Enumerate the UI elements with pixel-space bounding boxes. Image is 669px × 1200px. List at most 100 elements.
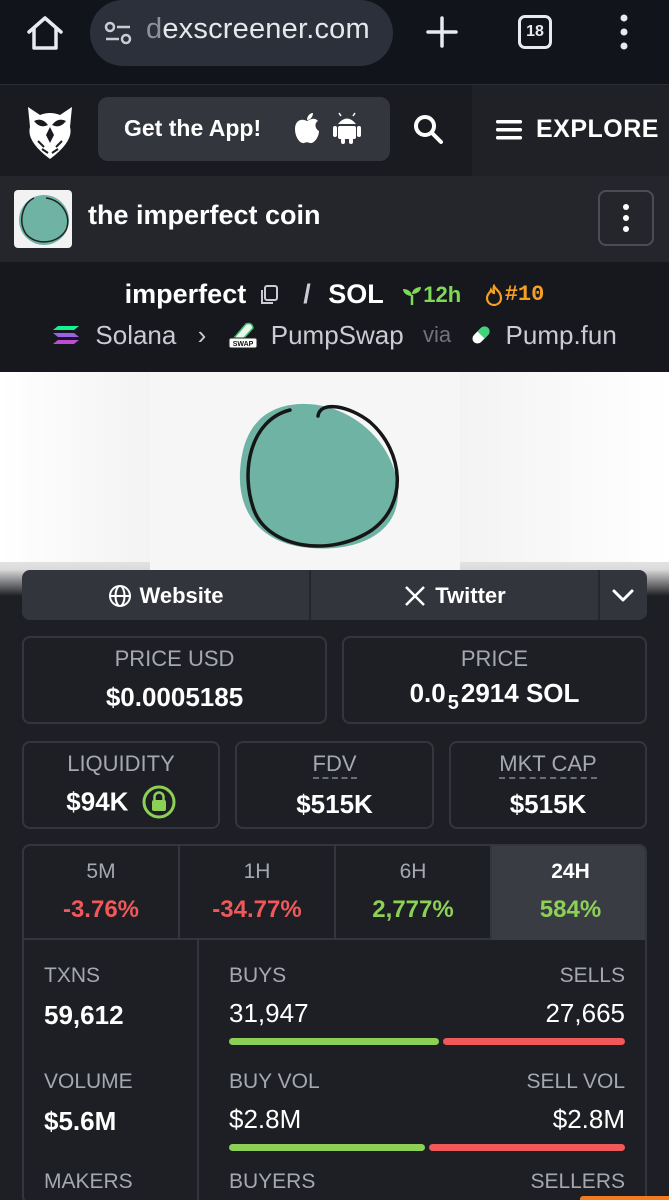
sellers-label: SELLERS: [530, 1170, 625, 1193]
dex-link[interactable]: PumpSwap: [271, 320, 404, 351]
address-bar[interactable]: dexscreener.com: [90, 0, 393, 66]
age-text: 12h: [423, 281, 462, 307]
explore-button[interactable]: EXPLORE: [472, 85, 669, 177]
more-vert-icon[interactable]: [612, 12, 636, 52]
price-usd-label: PRICE USD: [114, 646, 235, 671]
txns-value: 59,612: [44, 1000, 124, 1030]
site-header: Get the App! EXPLORE: [0, 84, 669, 177]
more-vert-icon: [623, 204, 629, 232]
price-native-value: 0.0 52914 SOL: [409, 678, 580, 714]
buy-vol-value: $2.8M: [229, 1104, 302, 1134]
base-symbol: imperfect: [124, 279, 247, 310]
volume-value: $5.6M: [44, 1106, 117, 1136]
banner-image: [150, 372, 460, 596]
mktcap-card: MKT CAP $515K: [449, 741, 647, 829]
site-settings-icon[interactable]: [104, 20, 132, 46]
sell-vol-label: SELL VOL: [526, 1070, 625, 1093]
solana-icon: [53, 326, 80, 345]
price-label: PRICE: [460, 646, 529, 671]
pair-age: 12h: [401, 282, 461, 308]
website-label: Website: [139, 583, 224, 609]
change-1h: -34.77%: [212, 896, 302, 923]
timeframe-panel: 5M -3.76% 1H -34.77% 6H 2,777% 24H 584% …: [22, 844, 647, 1200]
volume-label: VOLUME: [44, 1070, 133, 1093]
buys-label: BUYS: [229, 964, 287, 987]
token-menu-button[interactable]: [598, 190, 654, 246]
price-native-card: PRICE 0.0 52914 SOL: [342, 636, 647, 724]
copy-icon[interactable]: [258, 284, 280, 306]
pair-title: imperfect / SOL 12h #10: [0, 278, 669, 312]
tab-5m[interactable]: 5M -3.76%: [24, 846, 180, 940]
token-name: the imperfect coin: [88, 200, 321, 230]
pair-separator: /: [303, 279, 311, 310]
sells-value: 27,665: [545, 998, 625, 1028]
liquidity-card: LIQUIDITY $94K: [22, 741, 220, 829]
change-6h: 2,777%: [372, 896, 454, 923]
explore-label: EXPLORE: [536, 115, 659, 143]
twitter-label: Twitter: [435, 583, 506, 609]
home-icon[interactable]: [24, 12, 66, 54]
token-avatar: [14, 190, 72, 248]
price-usd-value: $0.0005185: [105, 682, 244, 712]
x-icon: [405, 586, 426, 607]
lock-icon[interactable]: [142, 785, 176, 819]
globe-icon: [108, 585, 131, 608]
pair-header: imperfect / SOL 12h #10 Solana › SWAP Pu…: [0, 262, 669, 372]
sells-bar: [443, 1038, 625, 1045]
mktcap-label[interactable]: MKT CAP: [499, 751, 597, 779]
search-icon[interactable]: [412, 113, 444, 145]
fdv-card: FDV $515K: [235, 741, 434, 829]
plus-icon[interactable]: [424, 14, 460, 50]
liquidity-label: LIQUIDITY: [67, 751, 175, 776]
get-app-label: Get the App!: [124, 115, 262, 141]
totals-column: TXNS 59,612 VOLUME $5.6M MAKERS: [24, 940, 199, 1200]
url-text[interactable]: dexscreener.com: [146, 13, 370, 46]
fdv-value: $515K: [296, 789, 373, 819]
fdv-label[interactable]: FDV: [312, 751, 357, 779]
android-icon: [333, 112, 361, 144]
tab-switcher-icon[interactable]: 18: [518, 15, 552, 49]
rank-text: #10: [504, 282, 545, 308]
breadcrumb-chevron: ›: [197, 319, 207, 350]
buyers-label: BUYERS: [229, 1170, 316, 1193]
sell-vol-bar: [429, 1144, 625, 1151]
tab-1h[interactable]: 1H -34.77%: [180, 846, 336, 940]
mktcap-value: $515K: [509, 789, 587, 819]
fire-icon: [485, 283, 502, 306]
tab-24h[interactable]: 24H 584%: [492, 846, 645, 940]
buys-bar: [229, 1038, 439, 1045]
buy-vol-bar: [229, 1144, 425, 1151]
change-24h: 584%: [539, 896, 602, 923]
pill-icon: [472, 326, 490, 344]
timeframe-tabs: 5M -3.76% 1H -34.77% 6H 2,777% 24H 584%: [24, 846, 645, 940]
change-5m: -3.76%: [62, 896, 140, 923]
website-button[interactable]: Website: [22, 570, 311, 620]
launchpad-link[interactable]: Pump.fun: [506, 320, 617, 351]
chevron-down-icon: [612, 589, 634, 602]
sell-vol-value: $2.8M: [552, 1104, 625, 1134]
chain-link[interactable]: Solana: [95, 320, 176, 351]
buy-sell-column: BUYS SELLS 31,947 27,665 BUY VOL SELL VO…: [199, 940, 645, 1200]
token-title-bar: the imperfect coin: [0, 176, 669, 262]
owl-logo[interactable]: [24, 101, 76, 161]
sells-label: SELLS: [559, 964, 625, 987]
quote-symbol: SOL: [328, 279, 384, 310]
trending-rank[interactable]: #10: [483, 282, 545, 308]
txns-label: TXNS: [44, 964, 101, 987]
hamburger-icon: [496, 120, 522, 140]
tab-6h[interactable]: 6H 2,777%: [336, 846, 492, 940]
sprout-icon: [403, 287, 422, 306]
get-app-button[interactable]: Get the App!: [98, 97, 390, 161]
via-label: via: [422, 322, 452, 348]
social-links: Website Twitter: [22, 570, 647, 620]
twitter-button[interactable]: Twitter: [311, 570, 600, 620]
token-banner: [0, 372, 669, 596]
price-usd-card: PRICE USD $0.0005185: [22, 636, 327, 724]
liquidity-value: $94K: [24, 785, 218, 819]
floating-button-edge[interactable]: [580, 1196, 669, 1200]
more-links-button[interactable]: [600, 570, 647, 620]
svg-text:SWAP: SWAP: [232, 341, 253, 348]
browser-toolbar: dexscreener.com 18: [0, 0, 669, 84]
buys-value: 31,947: [229, 998, 309, 1028]
makers-label: MAKERS: [44, 1170, 133, 1193]
